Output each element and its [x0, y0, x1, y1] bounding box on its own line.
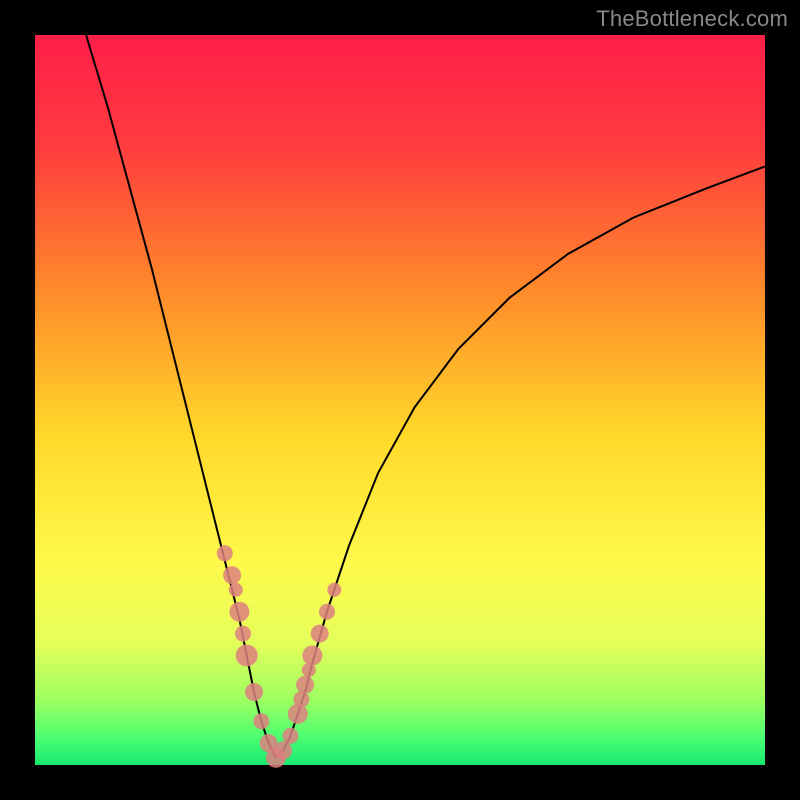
- sample-point: [274, 741, 292, 759]
- sample-point: [319, 604, 335, 620]
- curve-right-branch: [276, 166, 765, 757]
- sample-point: [245, 683, 263, 701]
- sample-point: [229, 602, 249, 622]
- watermark-text: TheBottleneck.com: [596, 6, 788, 32]
- sample-point: [327, 583, 341, 597]
- sample-point: [283, 728, 299, 744]
- sample-point: [236, 645, 258, 667]
- sample-point: [296, 676, 314, 694]
- chart-svg: [35, 35, 765, 765]
- sample-point: [229, 583, 243, 597]
- sample-point: [311, 625, 329, 643]
- plot-area: [35, 35, 765, 765]
- outer-frame: TheBottleneck.com: [0, 0, 800, 800]
- sample-point: [253, 713, 269, 729]
- sample-points-group: [217, 545, 341, 767]
- sample-point: [217, 545, 233, 561]
- sample-point: [223, 566, 241, 584]
- sample-point: [293, 691, 309, 707]
- sample-point: [302, 646, 322, 666]
- sample-point: [235, 626, 251, 642]
- sample-point: [288, 704, 308, 724]
